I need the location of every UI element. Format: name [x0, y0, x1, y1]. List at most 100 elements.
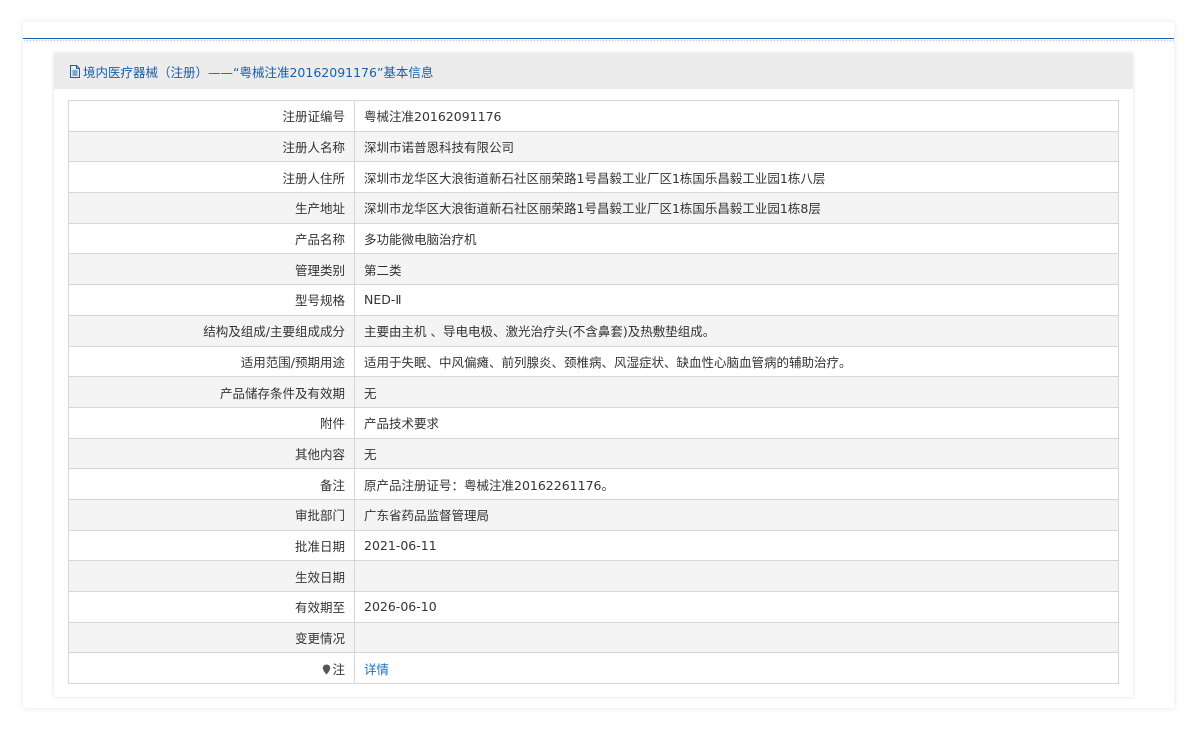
- table-row: 生效日期: [68, 560, 1119, 592]
- row-value: 深圳市龙华区大浪街道新石社区丽荣路1号昌毅工业厂区1栋国乐昌毅工业园1栋八层: [354, 161, 1119, 194]
- row-label: 注: [68, 652, 355, 685]
- top-dotted-strip: [23, 39, 1174, 43]
- row-value: 多功能微电脑治疗机: [354, 222, 1119, 255]
- panel-title: 境内医疗器械（注册）——“粤械注准20162091176”基本信息: [83, 64, 434, 80]
- row-label-text: 注册人住所: [282, 170, 345, 186]
- row-value-text: 2021-06-11: [364, 537, 437, 553]
- row-label-text: 注册人名称: [282, 140, 345, 156]
- table-row: 审批部门 广东省药品监督管理局: [68, 498, 1119, 531]
- row-label: 产品储存条件及有效期: [68, 376, 355, 408]
- table-row: 注册人住所 深圳市龙华区大浪街道新石社区丽荣路1号昌毅工业厂区1栋国乐昌毅工业园1…: [68, 161, 1119, 194]
- row-value-text: 粤械注准20162091176: [364, 109, 502, 125]
- row-label: 变更情况: [68, 621, 355, 654]
- row-value: NED-Ⅱ: [354, 284, 1119, 316]
- row-value-text: 深圳市诺普恩科技有限公司: [364, 140, 515, 156]
- table-row: 结构及组成/主要组成成分 主要由主机 、导电电极、激光治疗头(不含鼻套)及热敷垫组…: [68, 314, 1119, 347]
- row-value: 广东省药品监督管理局: [354, 498, 1119, 531]
- row-label: 适用范围/预期用途: [68, 345, 355, 378]
- table-row: 注册证编号 粤械注准20162091176: [68, 100, 1119, 132]
- row-value: 2021-06-11: [354, 529, 1119, 562]
- info-table: 注册证编号 粤械注准20162091176 注册人名称 深圳市诺普恩科技有限公司 注册人…: [68, 100, 1119, 685]
- row-value: 原产品注册证号：粤械注准20162261176。: [354, 468, 1119, 500]
- table-row: 注 详情: [68, 652, 1119, 685]
- row-label-text: 型号规格: [294, 293, 345, 309]
- row-label-text: 生产地址: [294, 201, 345, 217]
- row-label: 审批部门: [68, 498, 355, 531]
- row-value-text: NED-Ⅱ: [364, 292, 402, 308]
- row-label: 生产地址: [68, 192, 355, 224]
- row-value-text: 无: [364, 446, 377, 462]
- table-row: 适用范围/预期用途 适用于失眠、中风偏瘫、前列腺炎、颈椎病、风湿症状、缺血性心脑血…: [68, 345, 1119, 378]
- row-value: 主要由主机 、导电电极、激光治疗头(不含鼻套)及热敷垫组成。: [354, 314, 1119, 347]
- table-row: 管理类别 第二类: [68, 253, 1119, 286]
- row-label-text: 其他内容: [294, 446, 345, 462]
- row-value-text: 2026-06-10: [364, 599, 437, 615]
- row-value: 无: [354, 376, 1119, 408]
- panel-header: 境内医疗器械（注册）——“粤械注准20162091176”基本信息: [54, 53, 1133, 89]
- table-row: 型号规格 NED-Ⅱ: [68, 284, 1119, 316]
- row-label-text: 注册证编号: [282, 109, 345, 125]
- row-label-text: 批准日期: [294, 538, 345, 554]
- table-row: 有效期至 2026-06-10: [68, 591, 1119, 623]
- row-value-text: 主要由主机 、导电电极、激光治疗头(不含鼻套)及热敷垫组成。: [364, 324, 716, 340]
- row-value: 深圳市龙华区大浪街道新石社区丽荣路1号昌毅工业厂区1栋国乐昌毅工业园1栋8层: [354, 192, 1119, 224]
- row-value-text: 广东省药品监督管理局: [364, 508, 490, 524]
- row-value-text: 深圳市龙华区大浪街道新石社区丽荣路1号昌毅工业厂区1栋国乐昌毅工业园1栋8层: [364, 201, 821, 217]
- table-row: 变更情况: [68, 621, 1119, 654]
- row-label: 其他内容: [68, 437, 355, 470]
- row-value-text: 适用于失眠、中风偏瘫、前列腺炎、颈椎病、风湿症状、缺血性心脑血管病的辅助治疗。: [364, 354, 852, 370]
- row-value: 产品技术要求: [354, 406, 1119, 439]
- table-row: 注册人名称 深圳市诺普恩科技有限公司: [68, 130, 1119, 163]
- row-label: 生效日期: [68, 560, 355, 592]
- info-panel: 境内医疗器械（注册）——“粤械注准20162091176”基本信息 注册证编号 粤…: [54, 53, 1133, 697]
- row-value: 无: [354, 437, 1119, 470]
- row-value: 2026-06-10: [354, 591, 1119, 623]
- row-label-text: 审批部门: [294, 508, 345, 524]
- row-value-text: 原产品注册证号：粤械注准20162261176。: [364, 477, 614, 493]
- row-value: 详情: [354, 652, 1119, 685]
- row-label-text: 备注: [319, 477, 345, 493]
- row-label: 产品名称: [68, 222, 355, 255]
- row-label: 注册证编号: [68, 100, 355, 132]
- pin-icon: [322, 663, 331, 678]
- row-label-text: 适用范围/预期用途: [240, 354, 345, 370]
- table-row: 产品储存条件及有效期 无: [68, 376, 1119, 408]
- document-icon: [69, 64, 81, 78]
- row-value: [354, 621, 1119, 654]
- detail-link[interactable]: 详情: [364, 662, 389, 677]
- row-value: [354, 560, 1119, 592]
- row-value: 深圳市诺普恩科技有限公司: [354, 130, 1119, 163]
- row-label-text: 管理类别: [294, 262, 345, 278]
- row-value: 第二类: [354, 253, 1119, 286]
- row-value: 适用于失眠、中风偏瘫、前列腺炎、颈椎病、风湿症状、缺血性心脑血管病的辅助治疗。: [354, 345, 1119, 378]
- table-row: 生产地址 深圳市龙华区大浪街道新石社区丽荣路1号昌毅工业厂区1栋国乐昌毅工业园1栋…: [68, 192, 1119, 224]
- row-label: 型号规格: [68, 284, 355, 316]
- table-row: 其他内容 无: [68, 437, 1119, 470]
- row-value-text: 无: [364, 385, 377, 401]
- page-container: 境内医疗器械（注册）——“粤械注准20162091176”基本信息 注册证编号 粤…: [23, 22, 1174, 708]
- row-label: 注册人住所: [68, 161, 355, 194]
- row-label-text: 变更情况: [294, 631, 345, 647]
- row-value: 粤械注准20162091176: [354, 100, 1119, 132]
- row-label: 有效期至: [68, 591, 355, 623]
- table-row: 批准日期 2021-06-11: [68, 529, 1119, 562]
- row-value-text: 多功能微电脑治疗机: [364, 232, 477, 248]
- row-label: 附件: [68, 406, 355, 439]
- row-label-text: 有效期至: [294, 600, 345, 616]
- table-row: 产品名称 多功能微电脑治疗机: [68, 222, 1119, 255]
- row-label-text: 注: [332, 661, 345, 677]
- row-value-text: 产品技术要求: [364, 416, 440, 432]
- row-label: 注册人名称: [68, 130, 355, 163]
- row-label-text: 产品名称: [294, 232, 345, 248]
- row-label: 批准日期: [68, 529, 355, 562]
- row-label: 备注: [68, 468, 355, 500]
- table-row: 备注 原产品注册证号：粤械注准20162261176。: [68, 468, 1119, 500]
- row-value-text: 第二类: [364, 262, 402, 278]
- row-label-text: 附件: [319, 416, 345, 432]
- row-label-text: 结构及组成/主要组成成分: [203, 324, 345, 340]
- row-label-text: 产品储存条件及有效期: [219, 385, 345, 401]
- row-label-text: 生效日期: [294, 569, 345, 585]
- row-label: 管理类别: [68, 253, 355, 286]
- table-row: 附件 产品技术要求: [68, 406, 1119, 439]
- row-value-text: 深圳市龙华区大浪街道新石社区丽荣路1号昌毅工业厂区1栋国乐昌毅工业园1栋八层: [364, 170, 826, 186]
